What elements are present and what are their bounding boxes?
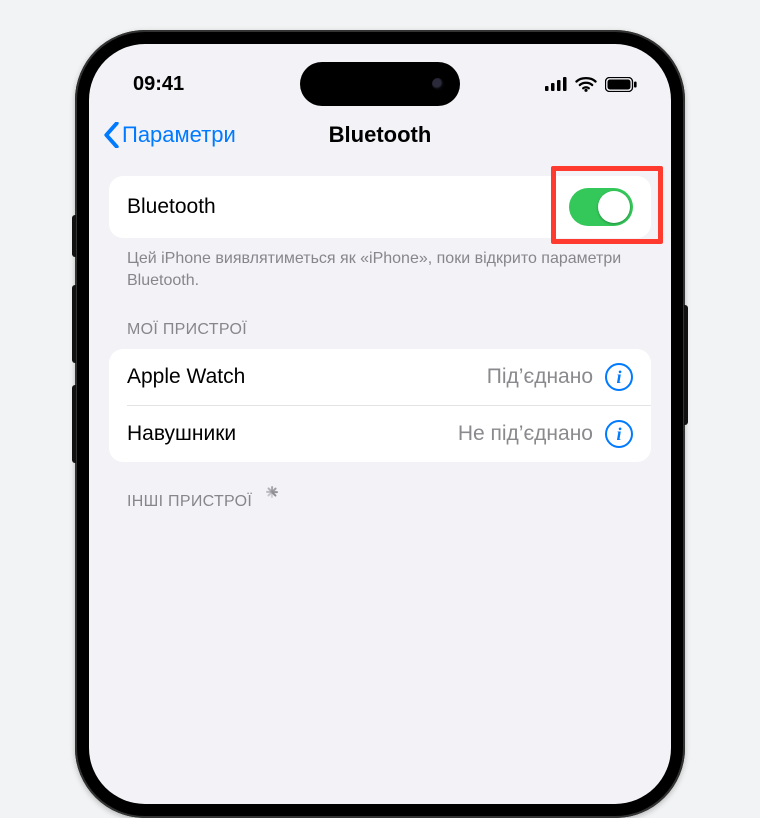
bluetooth-toggle[interactable]	[569, 188, 633, 226]
device-name: Apple Watch	[127, 365, 245, 389]
my-devices-list: Apple Watch Під’єднано i Навушники Не пі…	[109, 349, 651, 462]
bluetooth-toggle-row[interactable]: Bluetooth	[109, 176, 651, 238]
dynamic-island	[300, 62, 460, 106]
back-label: Параметри	[122, 122, 236, 148]
wifi-icon	[575, 76, 597, 92]
discoverable-note: Цей iPhone виявлятиметься як «iPhone», п…	[109, 238, 651, 291]
chevron-left-icon	[103, 122, 120, 148]
bluetooth-label: Bluetooth	[127, 195, 216, 219]
screen: 09:41 Параметри Bluetooth	[89, 44, 671, 804]
device-status: Не під’єднано	[458, 422, 593, 446]
device-status: Під’єднано	[487, 365, 593, 389]
back-button[interactable]: Параметри	[103, 122, 236, 148]
nav-bar: Параметри Bluetooth	[89, 104, 671, 158]
side-button	[684, 305, 688, 425]
mute-switch	[72, 215, 76, 257]
device-row[interactable]: Навушники Не під’єднано i	[109, 406, 651, 462]
status-time: 09:41	[133, 73, 184, 96]
info-icon[interactable]: i	[605, 363, 633, 391]
battery-icon	[605, 77, 637, 92]
device-row[interactable]: Apple Watch Під’єднано i	[109, 349, 651, 405]
device-name: Навушники	[127, 422, 236, 446]
cellular-icon	[545, 77, 567, 91]
phone-frame: 09:41 Параметри Bluetooth	[75, 30, 685, 818]
volume-up-button	[72, 285, 76, 363]
bluetooth-toggle-card: Bluetooth	[109, 176, 651, 238]
spinner-icon	[262, 492, 282, 512]
volume-down-button	[72, 385, 76, 463]
my-devices-header: МОЇ ПРИСТРОЇ	[109, 291, 651, 349]
info-icon[interactable]: i	[605, 420, 633, 448]
other-devices-header: ІНШІ ПРИСТРОЇ	[109, 462, 651, 522]
